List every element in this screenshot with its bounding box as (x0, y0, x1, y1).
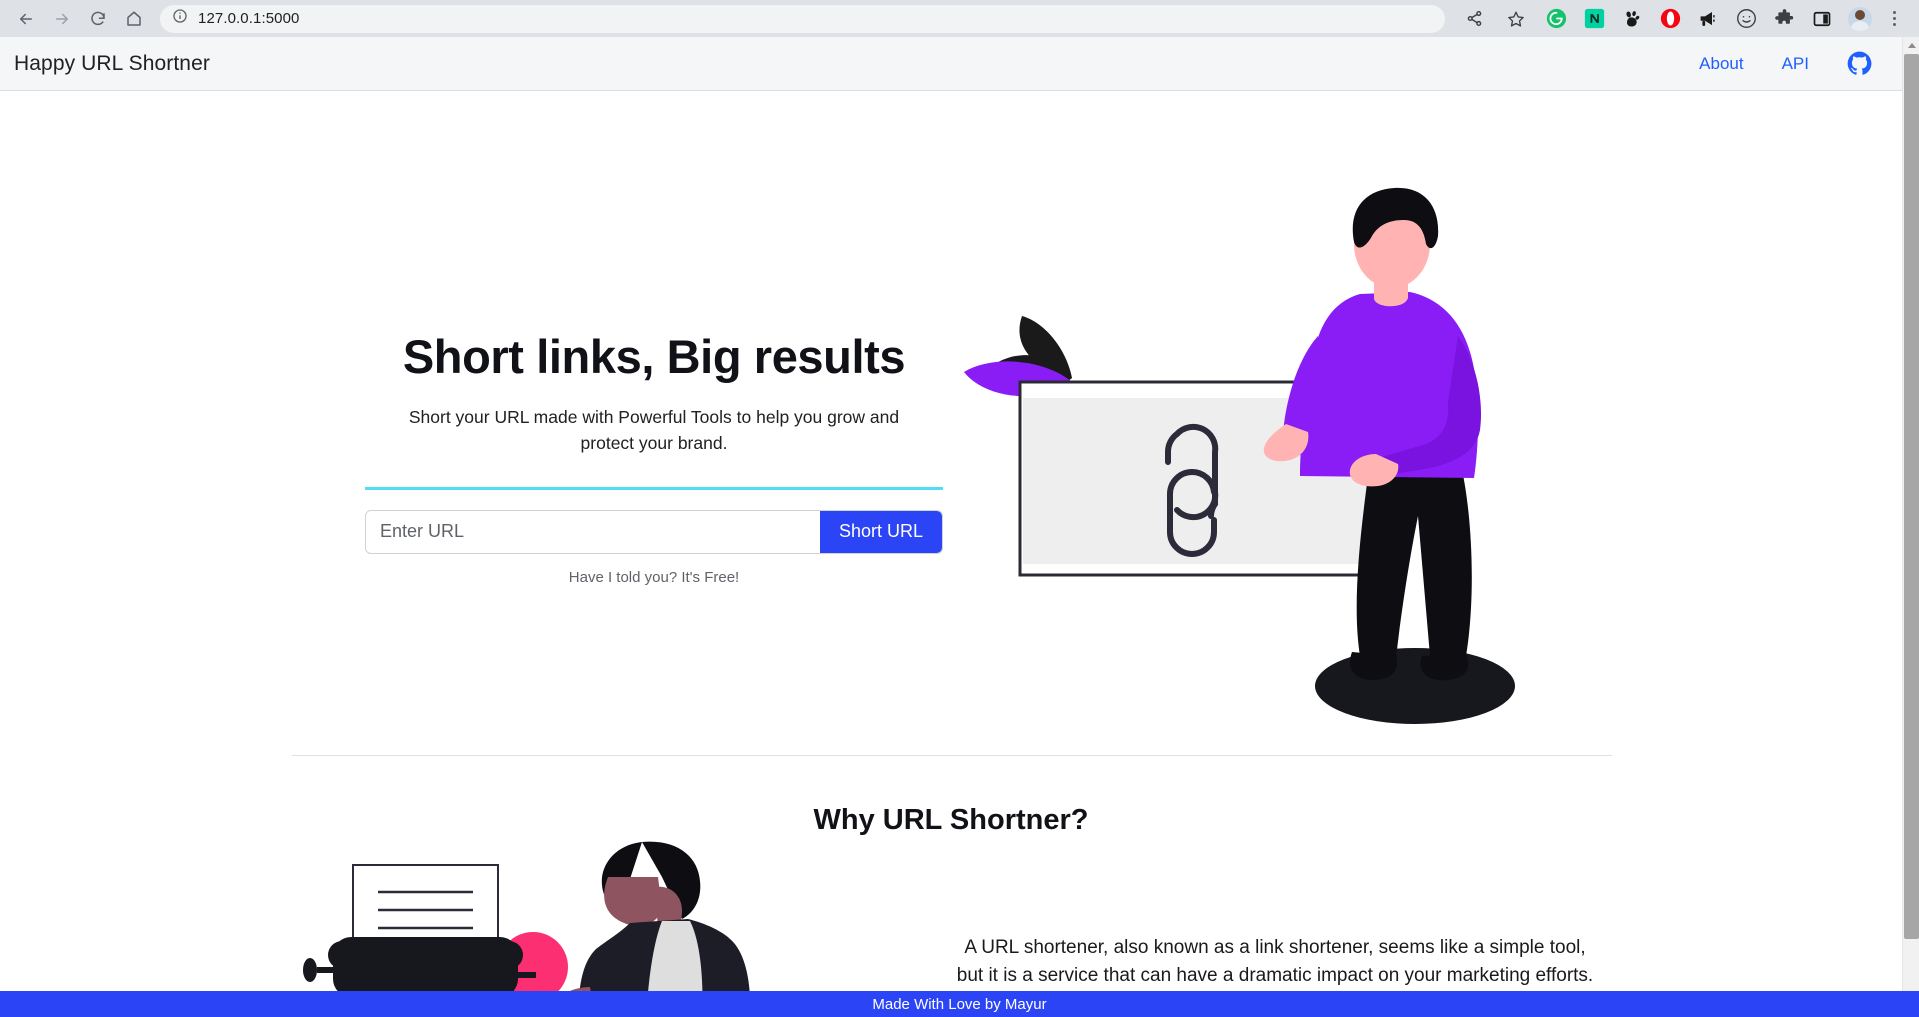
hero-subtitle: Short your URL made with Powerful Tools … (408, 407, 900, 454)
person-with-link-frame-illustration (960, 186, 1580, 746)
free-note: Have I told you? It's Free! (568, 568, 740, 586)
three-dot-menu-icon[interactable] (1883, 11, 1905, 26)
scrollbar-thumb[interactable] (1904, 54, 1919, 939)
section-divider (292, 755, 1612, 756)
opera-extension-icon[interactable] (1658, 7, 1682, 31)
home-icon[interactable] (119, 4, 149, 34)
address-bar[interactable]: 127.0.0.1:5000 (160, 4, 1445, 33)
site-navbar: Happy URL Shortner About API (0, 37, 1902, 91)
side-panel-icon[interactable] (1810, 7, 1834, 31)
forward-arrow-icon[interactable] (47, 4, 77, 34)
short-url-button[interactable]: Short URL (820, 510, 942, 553)
puzzle-extensions-icon[interactable] (1772, 7, 1796, 31)
footer-text: Made With Love by Mayur (872, 995, 1047, 1013)
profile-avatar-icon[interactable] (1848, 6, 1872, 31)
scroll-up-arrow-icon[interactable] (1903, 37, 1919, 54)
hero-content: Short links, Big results Short your URL … (365, 329, 943, 586)
notion-extension-icon[interactable] (1582, 7, 1606, 31)
reload-icon[interactable] (83, 4, 113, 34)
url-input[interactable] (366, 510, 820, 553)
why-section-title: Why URL Shortner? (813, 804, 1089, 836)
browser-toolbar: 127.0.0.1:5000 (0, 0, 1919, 37)
nav-link-api[interactable]: API (1782, 54, 1809, 74)
megaphone-extension-icon[interactable] (1696, 7, 1720, 31)
cyan-divider (365, 486, 943, 490)
share-icon[interactable] (1459, 4, 1489, 34)
url-shorten-form: Short URL (365, 509, 943, 554)
smiley-extension-icon[interactable] (1734, 7, 1758, 31)
nav-link-about[interactable]: About (1699, 54, 1743, 74)
page-scrollbar[interactable] (1902, 37, 1919, 1017)
nav-links: About API (1699, 51, 1872, 76)
hero-title: Short links, Big results (402, 330, 906, 383)
github-icon[interactable] (1847, 51, 1872, 76)
browser-actions (1453, 4, 1911, 34)
hero-section: Short links, Big results Short your URL … (0, 91, 1902, 741)
page-title: Happy URL Shortner (14, 51, 210, 75)
info-circle-icon[interactable] (172, 8, 188, 29)
site-footer: Made With Love by Mayur (0, 991, 1919, 1017)
typewriter-person-illustration (290, 837, 850, 1017)
gnome-extension-icon[interactable] (1620, 7, 1644, 31)
address-bar-text: 127.0.0.1:5000 (198, 10, 300, 27)
page-viewport: Happy URL Shortner About API Short links… (0, 37, 1919, 1017)
star-icon[interactable] (1501, 4, 1531, 34)
back-arrow-icon[interactable] (11, 4, 41, 34)
grammarly-extension-icon[interactable] (1544, 7, 1568, 31)
